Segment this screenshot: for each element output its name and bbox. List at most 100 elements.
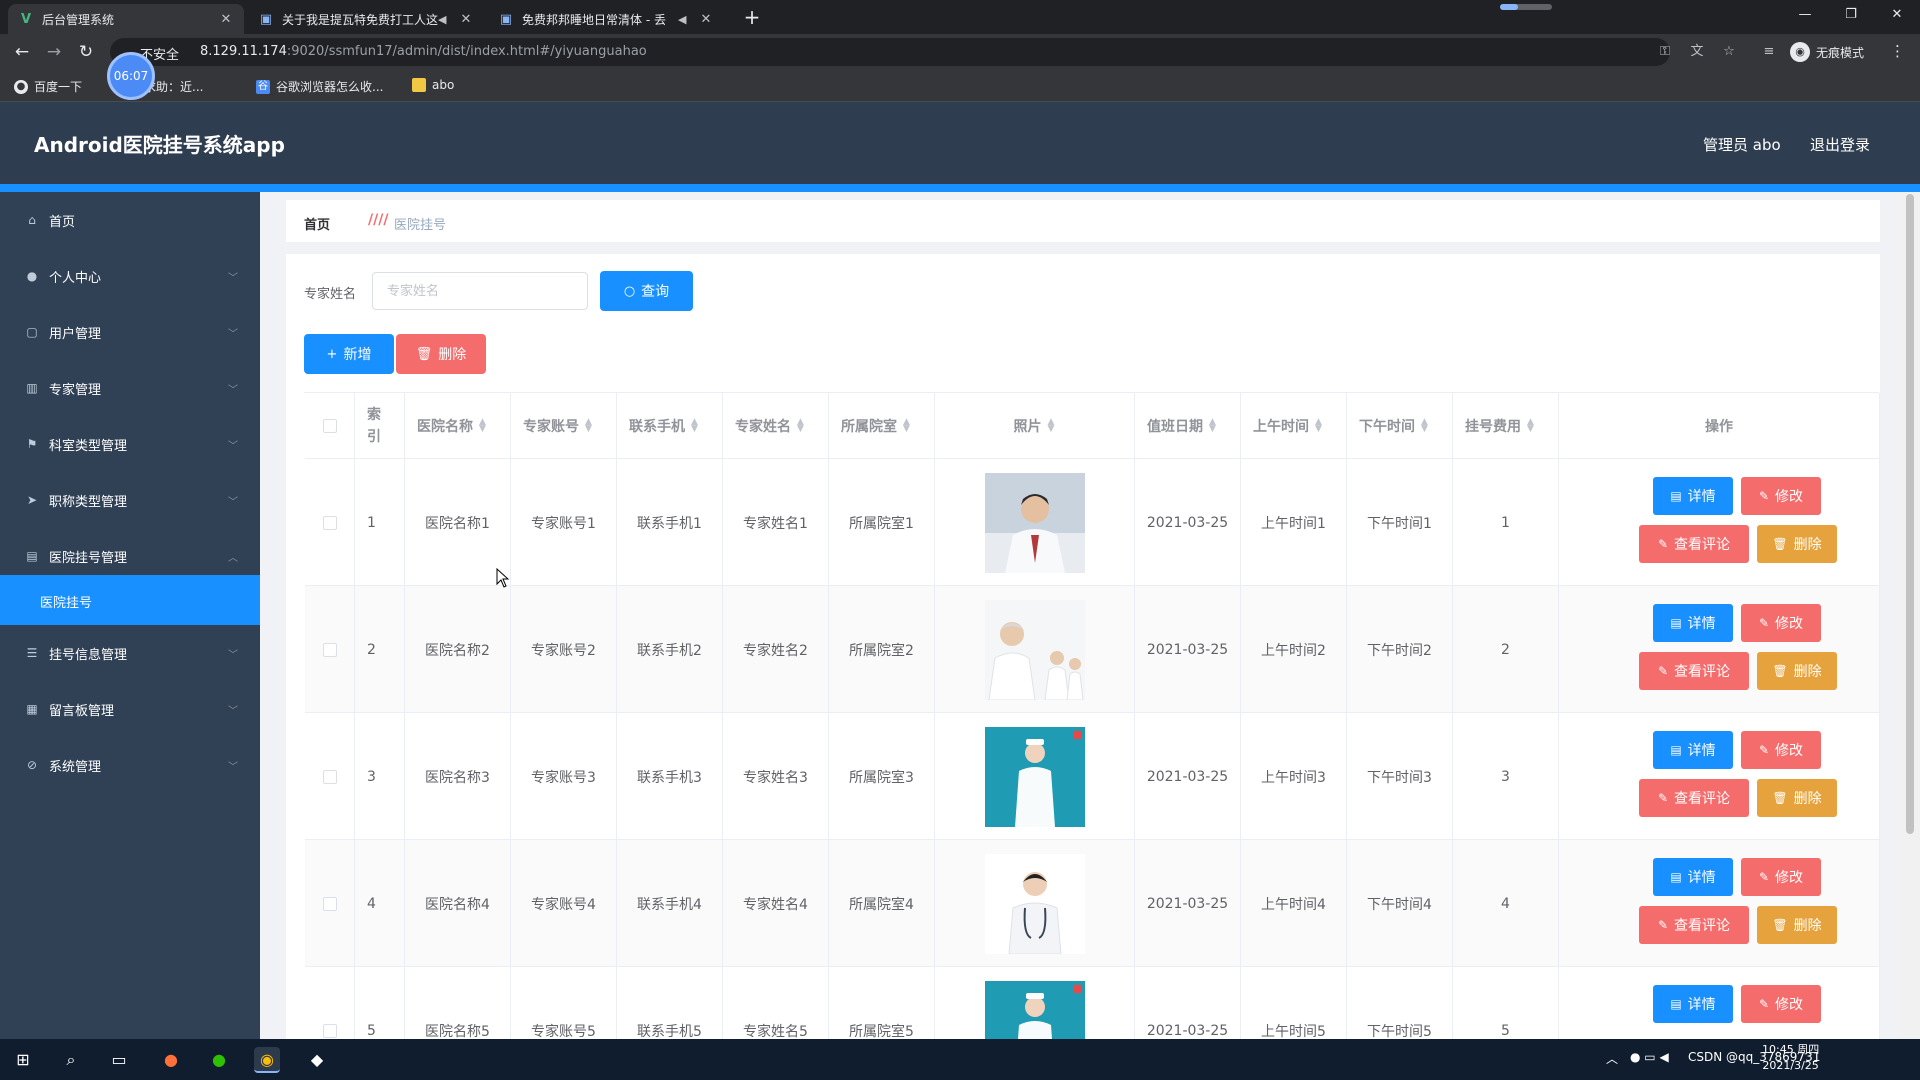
- back-icon[interactable]: ←: [10, 40, 34, 64]
- view-comments-button[interactable]: ✎ 查看评论: [1639, 906, 1749, 944]
- col-duty-date[interactable]: 值班日期 ▲ ▼: [1135, 393, 1241, 459]
- add-button[interactable]: + 新增: [304, 334, 394, 374]
- detail-button[interactable]: ▤ 详情: [1653, 731, 1733, 769]
- view-comments-button[interactable]: ✎ 查看评论: [1639, 525, 1749, 563]
- url-text[interactable]: 8.129.11.174:9020/ssmfun17/admin/dist/in…: [200, 44, 647, 59]
- tray-arrow-icon[interactable]: ︿: [1606, 1050, 1618, 1067]
- incognito-indicator[interactable]: ◉ 无痕模式: [1790, 42, 1864, 62]
- bookmark-abo[interactable]: abo: [412, 78, 454, 92]
- batch-delete-button[interactable]: 🗑 删除: [396, 334, 486, 374]
- bookmark-baidu[interactable]: ● 百度一下: [14, 78, 82, 95]
- media-progress-slider[interactable]: [1500, 4, 1552, 10]
- sort-icon[interactable]: ▲ ▼: [1421, 418, 1429, 434]
- sidebar-item-system[interactable]: ⊘ 系统管理 ﹀: [0, 737, 260, 793]
- sidebar-item-department-types[interactable]: ⚑ 科室类型管理 ﹀: [0, 416, 260, 472]
- row-checkbox[interactable]: [322, 515, 337, 530]
- search-button[interactable]: ○ 查询: [600, 271, 693, 311]
- col-phone[interactable]: 联系手机 ▲ ▼: [617, 393, 723, 459]
- col-morning-time[interactable]: 上午时间 ▲ ▼: [1241, 393, 1347, 459]
- col-afternoon-time[interactable]: 下午时间 ▲ ▼: [1347, 393, 1453, 459]
- sidebar-item-users[interactable]: ▢ 用户管理 ﹀: [0, 304, 260, 360]
- sort-icon[interactable]: ▲ ▼: [903, 418, 911, 434]
- tray-icons[interactable]: ● ▭ ◀: [1630, 1050, 1669, 1064]
- col-hospital-name[interactable]: 医院名称 ▲ ▼: [405, 393, 511, 459]
- windows-start-icon[interactable]: ⊞: [10, 1047, 36, 1073]
- detail-button[interactable]: ▤ 详情: [1653, 985, 1733, 1023]
- bookmark-chrome[interactable]: 谷 谷歌浏览器怎么收...: [256, 78, 383, 95]
- reload-icon[interactable]: ↻: [74, 40, 98, 64]
- col-fee[interactable]: 挂号费用 ▲ ▼: [1453, 393, 1559, 459]
- firefox-icon[interactable]: ●: [158, 1047, 184, 1073]
- detail-button[interactable]: ▤ 详情: [1653, 477, 1733, 515]
- app-window-icon[interactable]: ◆: [304, 1047, 330, 1073]
- col-expert-account[interactable]: 专家账号 ▲ ▼: [511, 393, 617, 459]
- col-department[interactable]: 所属院室 ▲ ▼: [829, 393, 935, 459]
- wechat-icon[interactable]: ●: [206, 1047, 232, 1073]
- edit-button[interactable]: ✎ 修改: [1741, 477, 1821, 515]
- doctor-photo[interactable]: [984, 980, 1085, 1039]
- detail-button[interactable]: ▤ 详情: [1653, 604, 1733, 642]
- more-menu-icon[interactable]: ⋮: [1890, 42, 1905, 60]
- translate-icon[interactable]: 文: [1688, 43, 1706, 61]
- doctor-photo[interactable]: [984, 853, 1085, 954]
- row-checkbox[interactable]: [322, 1023, 337, 1038]
- sidebar-subitem-hospital-registration[interactable]: 医院挂号: [0, 575, 260, 625]
- sort-icon[interactable]: ▲ ▼: [585, 418, 593, 434]
- edit-button[interactable]: ✎ 修改: [1741, 604, 1821, 642]
- sidebar-item-experts[interactable]: ▥ 专家管理 ﹀: [0, 360, 260, 416]
- sort-icon[interactable]: ▲ ▼: [1209, 418, 1217, 434]
- logout-button[interactable]: 退出登录: [1810, 134, 1870, 155]
- row-delete-button[interactable]: 🗑 删除: [1757, 525, 1837, 563]
- sort-icon[interactable]: ▲ ▼: [1315, 418, 1323, 434]
- close-icon[interactable]: ✕: [458, 12, 474, 27]
- row-checkbox[interactable]: [322, 769, 337, 784]
- edit-button[interactable]: ✎ 修改: [1741, 985, 1821, 1023]
- col-expert-name[interactable]: 专家姓名 ▲ ▼: [723, 393, 829, 459]
- sort-icon[interactable]: ▲ ▼: [797, 418, 805, 434]
- taskbar-clock[interactable]: 10:45 周四 2021/3/25: [1762, 1042, 1819, 1074]
- doctor-photo[interactable]: [984, 599, 1085, 700]
- edit-button[interactable]: ✎ 修改: [1741, 731, 1821, 769]
- row-delete-button[interactable]: 🗑 删除: [1757, 779, 1837, 817]
- close-icon[interactable]: ✕: [698, 12, 714, 27]
- sidebar-item-profile[interactable]: ● 个人中心 ﹀: [0, 248, 260, 304]
- row-delete-button[interactable]: 🗑 删除: [1757, 906, 1837, 944]
- col-photo[interactable]: 照片 ▲ ▼: [935, 393, 1135, 459]
- browser-tab-3[interactable]: ▣ 免费邦邦睡地日常清体 - 丢 ◀ ✕: [488, 4, 724, 34]
- speaker-icon[interactable]: ◀: [678, 13, 692, 26]
- select-all-checkbox[interactable]: [322, 419, 337, 433]
- restore-button[interactable]: ❐: [1828, 0, 1874, 30]
- page-scrollbar[interactable]: [1900, 192, 1920, 1039]
- minimize-button[interactable]: —: [1782, 0, 1828, 30]
- url-omnibox[interactable]: 不安全 8.129.11.174:9020/ssmfun17/admin/dis…: [110, 38, 1670, 66]
- search-icon[interactable]: ⌕: [58, 1047, 84, 1073]
- sort-icon[interactable]: ▲ ▼: [1048, 418, 1056, 434]
- sort-icon[interactable]: ▲ ▼: [1527, 418, 1535, 434]
- expert-name-search-input[interactable]: [372, 272, 588, 310]
- chrome-icon[interactable]: ◉: [254, 1047, 280, 1073]
- window-close-button[interactable]: ✕: [1874, 0, 1920, 30]
- row-checkbox[interactable]: [322, 896, 337, 911]
- sidebar-item-registration-info[interactable]: ☰ 挂号信息管理 ﹀: [0, 625, 260, 681]
- sidebar-item-title-types[interactable]: ➤ 职称类型管理 ﹀: [0, 472, 260, 528]
- browser-tab-2[interactable]: ▣ 关于我是提瓦特免费打工人这 ◀ ✕: [248, 4, 484, 34]
- detail-button[interactable]: ▤ 详情: [1653, 858, 1733, 896]
- key-icon[interactable]: ⚿: [1656, 43, 1674, 61]
- sort-icon[interactable]: ▲ ▼: [479, 418, 487, 434]
- edit-button[interactable]: ✎ 修改: [1741, 858, 1821, 896]
- breadcrumb-home[interactable]: 首页: [304, 214, 330, 233]
- scrollbar-thumb[interactable]: [1906, 194, 1914, 834]
- doctor-photo[interactable]: [984, 472, 1085, 573]
- forward-icon[interactable]: →: [42, 40, 66, 64]
- row-delete-button[interactable]: 🗑 删除: [1757, 652, 1837, 690]
- sidebar-item-home[interactable]: ⌂ 首页: [0, 192, 260, 248]
- reading-list-icon[interactable]: ≡: [1760, 43, 1778, 61]
- star-icon[interactable]: ☆: [1720, 43, 1738, 61]
- sort-icon[interactable]: ▲ ▼: [691, 418, 699, 434]
- browser-tab-admin[interactable]: V 后台管理系统 ✕: [8, 4, 244, 34]
- task-view-icon[interactable]: ▭: [106, 1047, 132, 1073]
- view-comments-button[interactable]: ✎ 查看评论: [1639, 779, 1749, 817]
- sidebar-item-message-board[interactable]: ▦ 留言板管理 ﹀: [0, 681, 260, 737]
- new-tab-button[interactable]: +: [738, 6, 766, 30]
- view-comments-button[interactable]: ✎ 查看评论: [1639, 652, 1749, 690]
